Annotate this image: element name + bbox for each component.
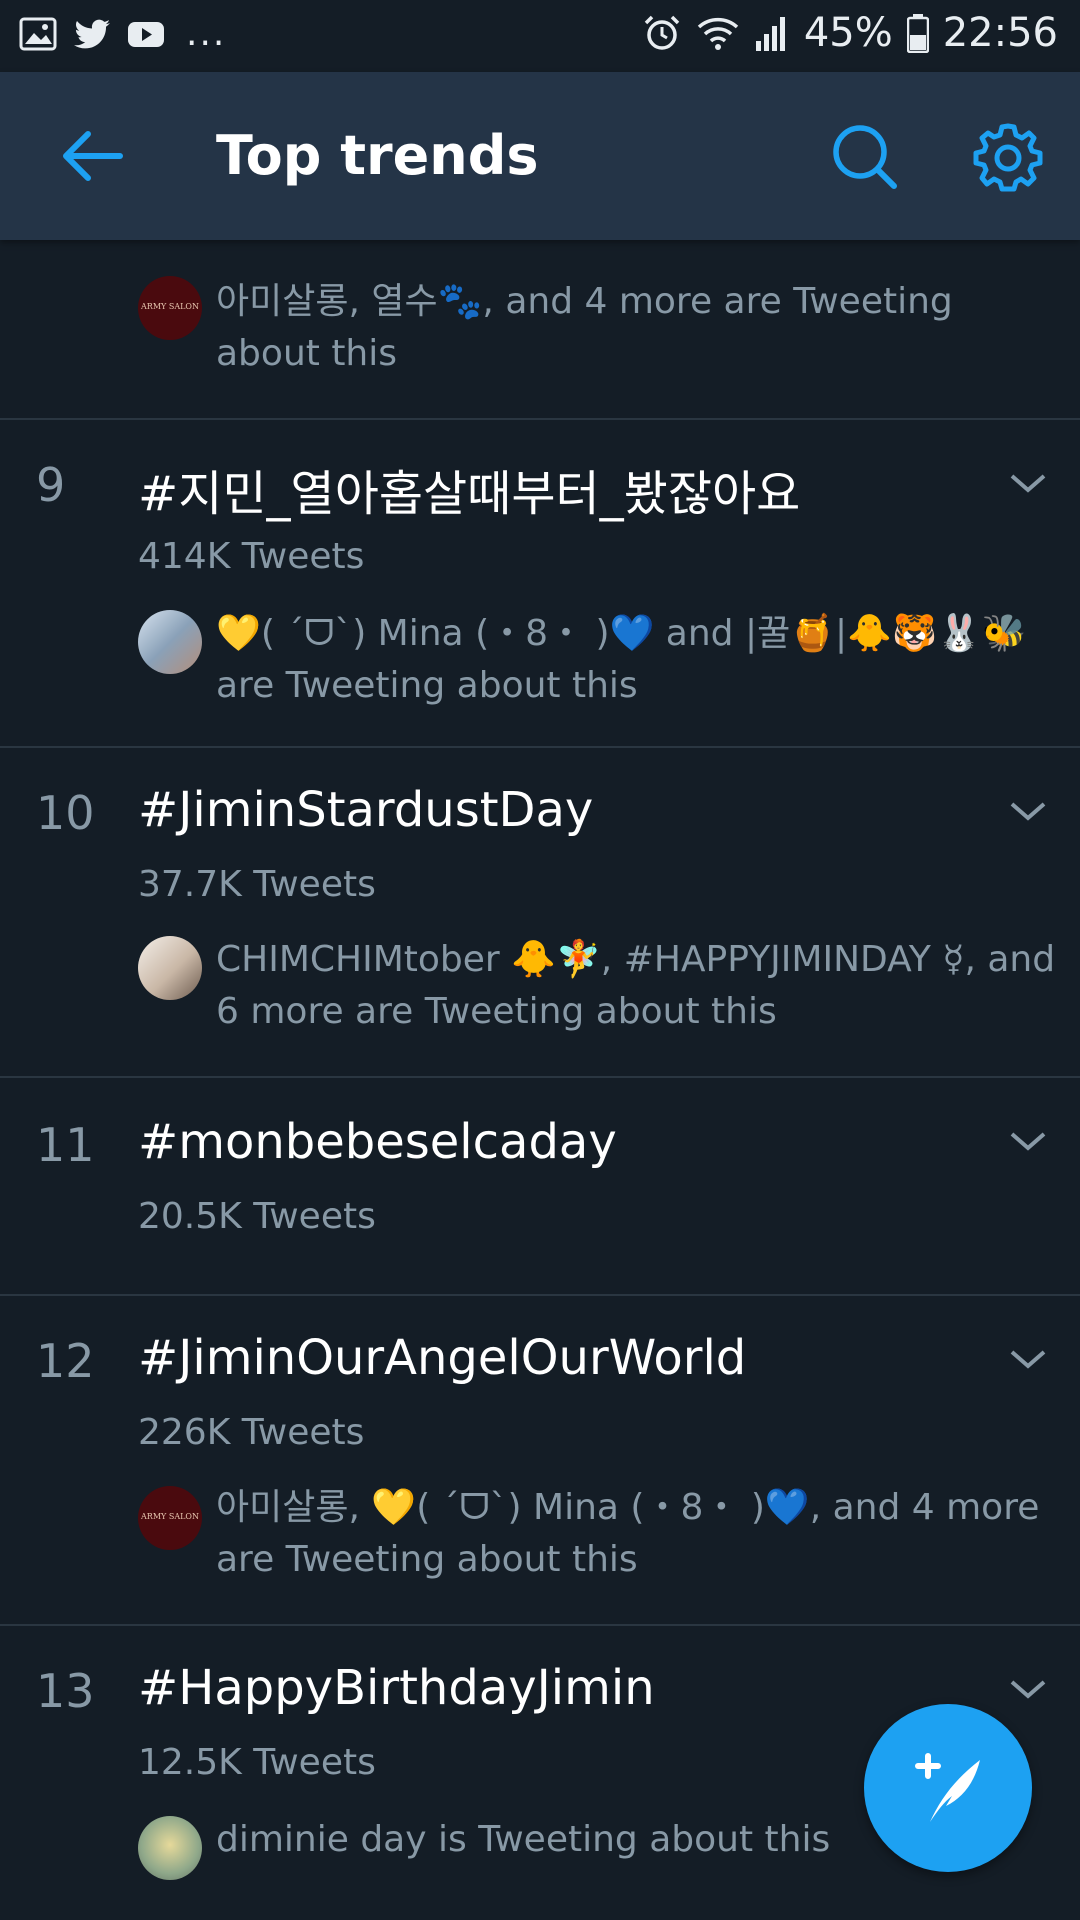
trends-list: 459K Tweets ARMY SALON 아미살롱, 열수🐾, and 4 …	[0, 206, 1080, 1896]
trend-item[interactable]: 12 #JiminOurAngelOurWorld 226K Tweets AR…	[0, 1296, 1080, 1626]
compose-tweet-button[interactable]	[864, 1704, 1032, 1872]
trend-item[interactable]: 9 #지민_열아홉살때부터_봤잖아요 414K Tweets 💛( ´ᗜ`) M…	[0, 420, 1080, 748]
trend-context: 💛( ´ᗜ`) Mina (・8・ )💙 and |꿀🍯|🐥🐯🐰🐝 are Tw…	[216, 613, 1027, 706]
twitter-icon	[74, 19, 110, 49]
trend-name: #monbebeselcaday	[138, 1114, 617, 1170]
svg-text:ARMY SALON: ARMY SALON	[140, 302, 199, 311]
svg-text:ARMY SALON: ARMY SALON	[140, 1512, 199, 1521]
trend-rank: 9	[36, 458, 66, 512]
back-arrow-icon[interactable]	[56, 126, 126, 186]
alarm-icon	[644, 15, 680, 50]
compose-tweet-icon	[915, 1753, 980, 1822]
chevron-down-icon[interactable]	[1008, 470, 1048, 498]
trend-context: 아미살롱, 💛( ´ᗜ`) Mina (・8・ )💙, and 4 more a…	[216, 1487, 1040, 1580]
photo-avatar	[138, 1816, 202, 1880]
status-bar: ... 45% 22:56	[0, 0, 1080, 72]
settings-gear-icon[interactable]	[972, 122, 1044, 194]
trend-rank: 11	[36, 1118, 95, 1172]
trend-rank: 10	[36, 786, 95, 840]
chevron-down-icon[interactable]	[1008, 1676, 1048, 1704]
trend-item[interactable]: 11 #monbebeselcaday 20.5K Tweets	[0, 1078, 1080, 1296]
trend-tweet-count: 226K Tweets	[138, 1412, 365, 1453]
trend-context: 아미살롱, 열수🐾, and 4 more are Tweeting about…	[216, 281, 953, 374]
trend-name: #JiminStardustDay	[138, 782, 594, 838]
photo-avatar	[138, 610, 202, 674]
chevron-down-icon[interactable]	[1008, 1346, 1048, 1374]
signal-icon	[755, 17, 785, 51]
trend-name: #HappyBirthdayJimin	[138, 1660, 655, 1716]
chevron-down-icon[interactable]	[1008, 1128, 1048, 1156]
trend-tweet-count: 12.5K Tweets	[138, 1742, 376, 1783]
trend-name: #JiminOurAngelOurWorld	[138, 1330, 747, 1386]
trend-name: #지민_열아홉살때부터_봤잖아요	[138, 466, 801, 522]
trend-tweet-count: 37.7K Tweets	[138, 864, 376, 905]
trend-item-partial[interactable]: 459K Tweets ARMY SALON 아미살롱, 열수🐾, and 4 …	[0, 206, 1080, 420]
trend-tweet-count: 20.5K Tweets	[138, 1196, 376, 1237]
wifi-icon	[697, 17, 738, 50]
page-title: Top trends	[216, 124, 539, 187]
army-salon-avatar: ARMY SALON	[138, 1486, 202, 1550]
clock-time: 22:56	[942, 10, 1058, 56]
battery-percent: 45%	[803, 10, 893, 56]
trend-tweet-count: 414K Tweets	[138, 536, 365, 577]
photo-avatar	[138, 936, 202, 1000]
trend-rank: 13	[36, 1664, 95, 1718]
trend-item[interactable]: 10 #JiminStardustDay 37.7K Tweets CHIMCH…	[0, 748, 1080, 1078]
chevron-down-icon[interactable]	[1008, 798, 1048, 826]
more-notifications: ...	[186, 13, 227, 54]
battery-icon	[906, 14, 929, 53]
youtube-icon	[128, 22, 164, 47]
gallery-icon	[19, 17, 57, 51]
army-salon-avatar: ARMY SALON	[138, 276, 202, 340]
top-app-bar: Top trends	[0, 72, 1080, 240]
trend-context: CHIMCHIMtober 🐥🧚, #HAPPYJIMINDAY ☿, and …	[216, 939, 1056, 1032]
trend-rank: 12	[36, 1334, 95, 1388]
search-icon[interactable]	[830, 122, 900, 192]
